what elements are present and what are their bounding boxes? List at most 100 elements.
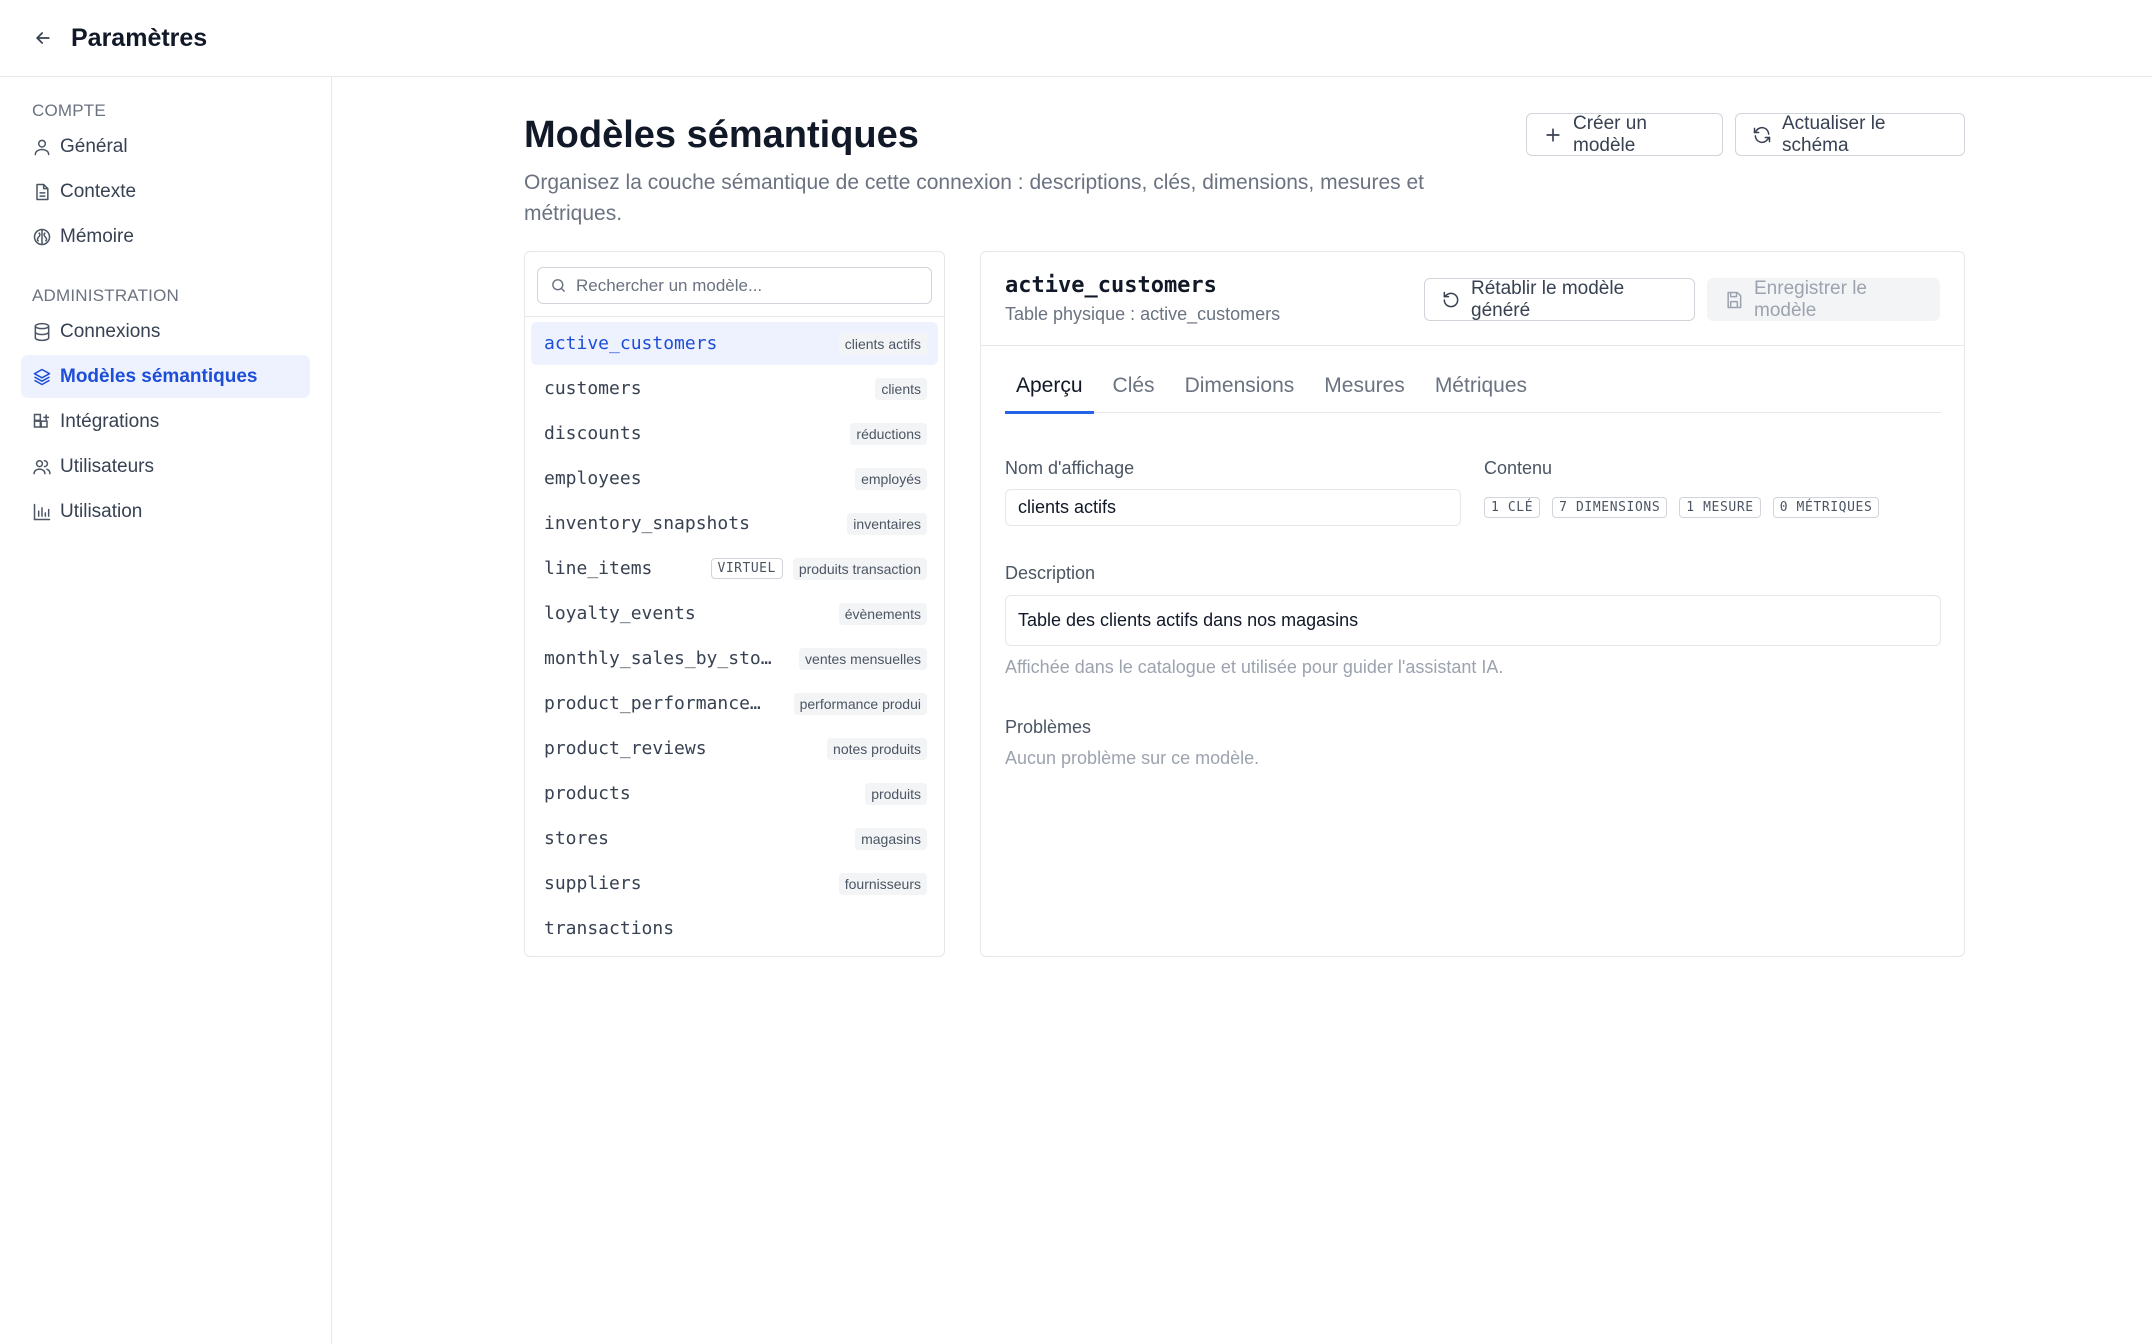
list-item[interactable]: monthly_sales_by_sto… ventes mensuelles	[531, 637, 938, 680]
list-item[interactable]: stores magasins	[531, 817, 938, 860]
sidebar-item-label: Utilisateurs	[60, 455, 154, 477]
list-item[interactable]: inventory_snapshots inventaires	[531, 502, 938, 545]
sidebar-item-label: Intégrations	[60, 410, 160, 432]
list-item[interactable]: product_performance… performance produi	[531, 682, 938, 725]
document-icon	[32, 182, 52, 202]
save-model-button[interactable]: Enregistrer le modèle	[1707, 278, 1940, 321]
detail-tabs: Aperçu Clés Dimensions Mesures Métriques	[1005, 369, 1941, 414]
page-header-title: Paramètres	[71, 23, 208, 52]
grid-plus-icon	[32, 412, 52, 432]
save-label: Enregistrer le modèle	[1754, 277, 1867, 321]
tab-keys[interactable]: Clés	[1102, 369, 1166, 413]
bar-chart-icon	[32, 502, 52, 522]
measures-count-chip: 1 MESURE	[1679, 497, 1761, 518]
search-box[interactable]	[537, 267, 932, 304]
list-item[interactable]: line_items VIRTUEL produits transaction	[531, 547, 938, 590]
model-name: suppliers	[544, 873, 642, 894]
display-name-input[interactable]	[1005, 489, 1461, 526]
sidebar-item-users[interactable]: Utilisateurs	[21, 445, 310, 488]
list-item[interactable]: discounts réductions	[531, 412, 938, 455]
sidebar-item-connections[interactable]: Connexions	[21, 310, 310, 353]
user-icon	[32, 137, 52, 157]
content-chips: 1 CLÉ 7 DIMENSIONS 1 MESURE 0 MÉTRIQUES	[1484, 497, 1891, 518]
arrow-left-icon[interactable]	[31, 26, 55, 50]
sidebar-item-label: Modèles sémantiques	[60, 365, 258, 387]
top-bar: Paramètres	[0, 0, 2152, 77]
model-name: discounts	[544, 423, 642, 444]
sidebar-item-label: Utilisation	[60, 500, 143, 522]
sidebar: COMPTE Général Contexte Mémoire ADMINIST…	[0, 77, 332, 1344]
model-name: loyalty_events	[544, 603, 696, 624]
model-name: transactions	[544, 918, 675, 939]
refresh-icon	[1752, 125, 1772, 145]
users-icon	[32, 457, 52, 477]
sidebar-item-label: Mémoire	[60, 225, 134, 247]
page-title: Modèles sémantiques	[524, 114, 919, 156]
model-display-badge: produits	[865, 782, 927, 805]
content-label: Contenu	[1484, 458, 1553, 478]
model-name: active_customers	[544, 333, 718, 354]
model-list: active_customers clients actifs customer…	[531, 322, 938, 952]
sidebar-item-memory[interactable]: Mémoire	[21, 215, 310, 258]
model-display-badge: réductions	[850, 422, 927, 445]
model-name: monthly_sales_by_sto…	[544, 648, 772, 669]
model-name: stores	[544, 828, 610, 849]
physical-table: Table physique : active_customers	[1005, 304, 1281, 324]
model-name: line_items	[544, 558, 653, 579]
refresh-schema-button[interactable]: Actualiser le schéma	[1735, 113, 1965, 156]
model-display-badge: performance produi	[793, 692, 927, 715]
model-list-panel: active_customers clients actifs customer…	[524, 251, 945, 957]
model-name: products	[544, 783, 631, 804]
sidebar-item-label: Connexions	[60, 320, 161, 342]
model-title: active_customers	[1005, 273, 1217, 298]
tab-metrics[interactable]: Métriques	[1424, 369, 1538, 413]
tab-measures[interactable]: Mesures	[1313, 369, 1416, 413]
sidebar-item-general[interactable]: Général	[21, 125, 310, 168]
tab-dimensions[interactable]: Dimensions	[1174, 369, 1306, 413]
display-name-label: Nom d'affichage	[1005, 458, 1135, 478]
divider	[981, 345, 1964, 346]
model-name: customers	[544, 378, 642, 399]
model-display-badge: produits transaction	[792, 557, 927, 580]
description-input[interactable]	[1005, 595, 1941, 646]
keys-count-chip: 1 CLÉ	[1484, 497, 1541, 518]
search-icon	[550, 277, 567, 294]
create-model-button[interactable]: Créer un modèle	[1526, 113, 1723, 156]
model-display-badge: clients	[875, 377, 927, 400]
description-label: Description	[1005, 563, 1096, 583]
list-item[interactable]: suppliers fournisseurs	[531, 862, 938, 905]
model-name: employees	[544, 468, 642, 489]
plus-icon	[1543, 125, 1563, 145]
sidebar-item-semantic-models[interactable]: Modèles sémantiques	[21, 355, 310, 398]
layers-icon	[32, 367, 52, 387]
metrics-count-chip: 0 MÉTRIQUES	[1772, 497, 1880, 518]
list-item[interactable]: product_reviews notes produits	[531, 727, 938, 770]
virtual-tag: VIRTUEL	[710, 558, 783, 579]
model-display-badge: ventes mensuelles	[799, 647, 927, 670]
list-item[interactable]: loyalty_events évènements	[531, 592, 938, 635]
list-item[interactable]: products produits	[531, 772, 938, 815]
list-item[interactable]: customers clients	[531, 367, 938, 410]
create-model-label: Créer un modèle	[1573, 112, 1647, 156]
model-display-badge: magasins	[855, 827, 927, 850]
sidebar-item-integrations[interactable]: Intégrations	[21, 400, 310, 443]
save-icon	[1724, 290, 1744, 310]
list-item[interactable]: transactions	[531, 907, 938, 950]
divider	[525, 316, 944, 317]
problems-label: Problèmes	[1005, 717, 1092, 737]
problems-hint: Aucun problème sur ce modèle.	[1005, 748, 1260, 768]
search-input[interactable]	[576, 275, 916, 296]
list-item[interactable]: employees employés	[531, 457, 938, 500]
model-display-badge: employés	[855, 467, 927, 490]
database-icon	[32, 322, 52, 342]
model-name: inventory_snapshots	[544, 513, 750, 534]
page-description: Organisez la couche sémantique de cette …	[524, 171, 1424, 225]
sidebar-item-usage[interactable]: Utilisation	[21, 490, 310, 533]
description-hint: Affichée dans le catalogue et utilisée p…	[1005, 657, 1504, 677]
tab-overview[interactable]: Aperçu	[1005, 369, 1094, 414]
model-display-badge: clients actifs	[838, 332, 927, 355]
list-item[interactable]: active_customers clients actifs	[531, 322, 938, 365]
sidebar-section-title: COMPTE	[32, 101, 106, 120]
restore-generated-model-button[interactable]: Rétablir le modèle généré	[1424, 278, 1695, 321]
sidebar-item-context[interactable]: Contexte	[21, 170, 310, 213]
